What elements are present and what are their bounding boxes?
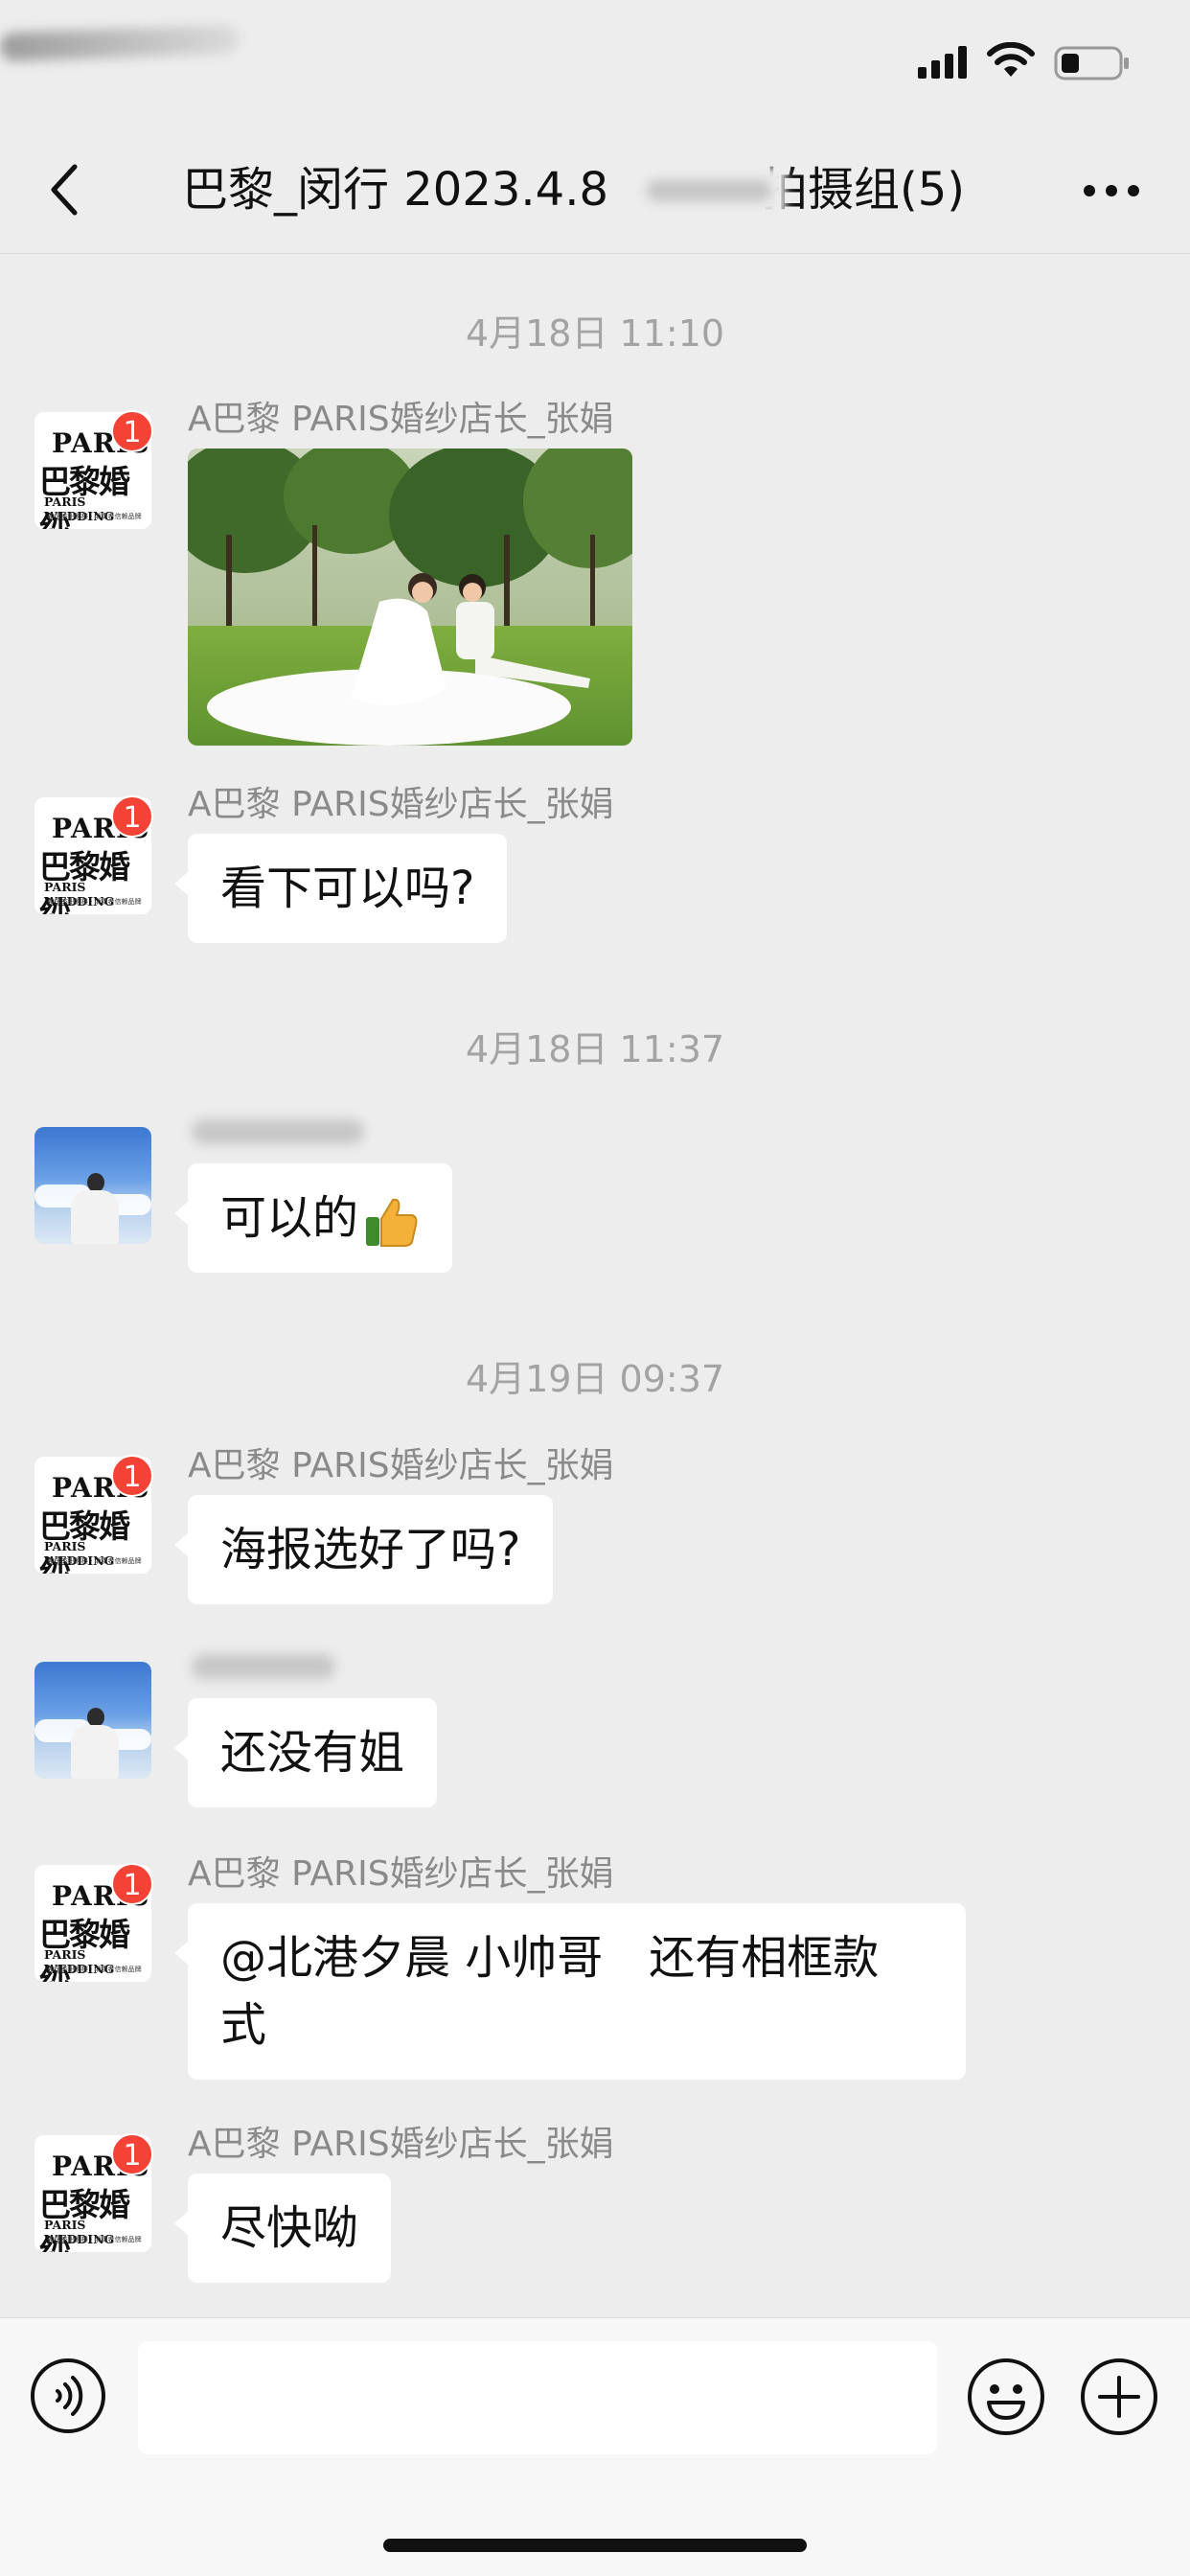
avatar[interactable]: PARIS 巴黎婚纱 PARIS WEDDING 中国杰出影楼 · 消费者信赖品… [34,410,153,529]
message-bubble[interactable]: 可以的 [173,1163,453,1273]
notification-badge: 1 [111,1455,153,1497]
message-text: 尽快呦 [220,2201,359,2255]
message-input[interactable] [138,2341,937,2454]
emoji-icon[interactable] [966,2357,1046,2437]
sender-name: A巴黎 PARIS婚纱店长_张娟 [188,2125,614,2164]
chevron-left-icon [51,164,78,216]
message-text: 海报选好了吗? [220,1523,521,1576]
avatar[interactable]: PARIS 巴黎婚纱 PARIS WEDDING 中国杰出影楼 · 消费者信赖品… [34,795,153,914]
wedding-photo[interactable] [188,448,632,746]
thumbs-up-icon [366,1198,418,1247]
notification-badge: 1 [111,410,153,452]
avatar[interactable]: PARIS 巴黎婚纱 PARIS WEDDING 中国杰出影楼 · 消费者信赖品… [34,1455,153,1574]
avatar[interactable]: PARIS 巴黎婚纱 PARIS WEDDING 中国杰出影楼 · 消费者信赖品… [34,2133,153,2252]
avatar[interactable] [34,1662,151,1779]
time-separator: 4月18日 11:37 [465,1028,725,1070]
wedding-photo-image [188,448,632,746]
chat-title-left: 巴黎_闵行 2023.4.8 [182,163,609,217]
sender-name: A巴黎 PARIS婚纱店长_张娟 [188,400,614,439]
more-dots-icon [1084,185,1139,196]
chat-title-right: 拍摄组(5) [762,163,966,217]
message-bubble[interactable]: @北港夕晨 小帅哥 还有相框款 式 [174,1903,966,2080]
sender-name-redacted [192,1654,335,1679]
message-bubble[interactable]: 尽快呦 [173,2174,392,2283]
home-indicator [383,2539,807,2552]
input-bar [0,2317,1190,2576]
message-bubble[interactable]: 看下可以吗? [173,834,508,943]
time-separator: 4月18日 11:10 [465,312,725,355]
notification-badge: 1 [111,2133,153,2175]
voice-icon[interactable] [29,2357,107,2435]
message-text-line1: @北港夕晨 小帅哥 还有相框款 [220,1931,880,1985]
plus-icon[interactable] [1079,2357,1159,2437]
chat-header: 巴黎_闵行 2023.4.8 拍摄组(5) [0,125,1190,254]
wifi-icon [987,42,1035,77]
sender-name: A巴黎 PARIS婚纱店长_张娟 [188,1854,614,1894]
avatar[interactable] [34,1127,151,1244]
notification-badge: 1 [111,795,153,838]
cellular-signal-icon [918,46,967,79]
message-text: 可以的 [220,1191,359,1245]
user-photo-avatar [34,1127,151,1244]
title-redaction [637,167,786,215]
sender-name: A巴黎 PARIS婚纱店长_张娟 [188,785,614,824]
sender-name: A巴黎 PARIS婚纱店长_张娟 [188,1446,614,1485]
sender-name-redacted [192,1119,364,1144]
avatar[interactable]: PARIS 巴黎婚纱 PARIS WEDDING 中国杰出影楼 · 消费者信赖品… [34,1863,153,1982]
back-button[interactable] [38,161,90,218]
user-photo-avatar [34,1662,151,1779]
message-bubble[interactable]: 海报选好了吗? [173,1495,554,1604]
notification-badge: 1 [111,1863,153,1905]
status-bar [0,0,1190,125]
chat-screen: 巴黎_闵行 2023.4.8 拍摄组(5) 4月18日 11:10 PARIS 巴… [0,0,1190,2576]
chat-title: 巴黎_闵行 2023.4.8 拍摄组(5) [182,159,1006,220]
message-text: 还没有姐 [220,1726,405,1780]
more-button[interactable] [1073,167,1150,215]
message-bubble[interactable]: 还没有姐 [173,1698,438,1807]
time-separator: 4月19日 09:37 [465,1358,725,1400]
message-text-line2: 式 [220,1998,267,2052]
battery-icon [1054,46,1129,80]
message-text: 看下可以吗? [220,862,475,915]
status-time-blurred [0,24,240,62]
